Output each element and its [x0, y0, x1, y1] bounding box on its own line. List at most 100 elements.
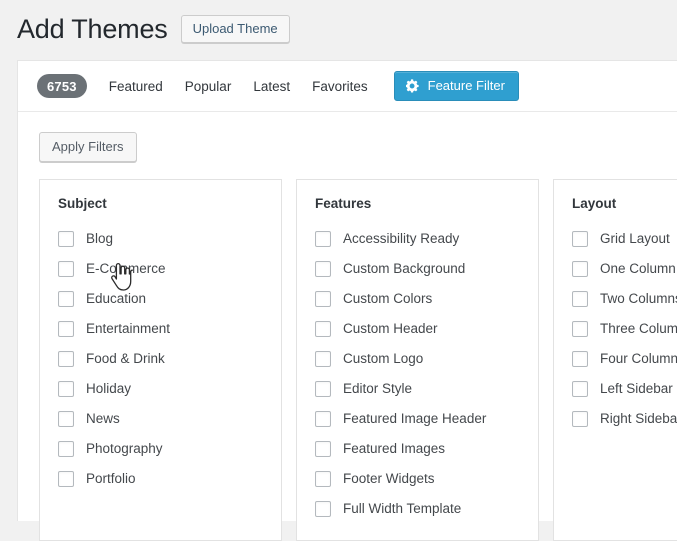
option-label: News: [86, 411, 120, 426]
checkbox-holiday[interactable]: [58, 381, 74, 397]
option-education[interactable]: Education: [58, 284, 263, 314]
feature-filter-button[interactable]: Feature Filter: [393, 71, 519, 101]
option-right-sidebar[interactable]: Right Sidebar: [572, 404, 677, 434]
option-one-column[interactable]: One Column: [572, 254, 677, 284]
option-label: Accessibility Ready: [343, 231, 460, 246]
apply-filters-button[interactable]: Apply Filters: [39, 132, 137, 162]
option-label: Editor Style: [343, 381, 413, 396]
checkbox-entertainment[interactable]: [58, 321, 74, 337]
option-food-and-drink[interactable]: Food & Drink: [58, 344, 263, 374]
checkbox-featured-images[interactable]: [315, 441, 331, 457]
checkbox-full-width-template[interactable]: [315, 501, 331, 517]
checkbox-four-columns[interactable]: [572, 351, 588, 367]
tab-popular[interactable]: Popular: [185, 79, 232, 94]
option-label: Left Sidebar: [600, 381, 673, 396]
checkbox-accessibility-ready[interactable]: [315, 231, 331, 247]
option-label: Custom Header: [343, 321, 438, 336]
tab-featured[interactable]: Featured: [109, 79, 163, 94]
theme-filter-bar: 6753 Featured Popular Latest Favorites F…: [18, 61, 677, 112]
checkbox-custom-logo[interactable]: [315, 351, 331, 367]
checkbox-custom-background[interactable]: [315, 261, 331, 277]
option-featured-images[interactable]: Featured Images: [315, 434, 520, 464]
checkbox-three-columns[interactable]: [572, 321, 588, 337]
option-label: Custom Colors: [343, 291, 433, 306]
option-three-columns[interactable]: Three Columns: [572, 314, 677, 344]
option-label: Education: [86, 291, 147, 306]
checkbox-editor-style[interactable]: [315, 381, 331, 397]
option-list-features: Accessibility Ready Custom Background Cu…: [315, 224, 520, 524]
checkbox-left-sidebar[interactable]: [572, 381, 588, 397]
option-label: Custom Background: [343, 261, 466, 276]
filter-group-subject: Subject Blog E-Commerce Education Entert…: [39, 179, 282, 541]
option-custom-background[interactable]: Custom Background: [315, 254, 520, 284]
checkbox-custom-header[interactable]: [315, 321, 331, 337]
option-four-columns[interactable]: Four Columns: [572, 344, 677, 374]
checkbox-one-column[interactable]: [572, 261, 588, 277]
checkbox-custom-colors[interactable]: [315, 291, 331, 307]
option-label: Entertainment: [86, 321, 171, 336]
option-full-width-template[interactable]: Full Width Template: [315, 494, 520, 524]
option-custom-colors[interactable]: Custom Colors: [315, 284, 520, 314]
tab-favorites[interactable]: Favorites: [312, 79, 368, 94]
option-entertainment[interactable]: Entertainment: [58, 314, 263, 344]
option-label: Two Columns: [600, 291, 677, 306]
filter-group-features: Features Accessibility Ready Custom Back…: [296, 179, 539, 541]
page-header: Add Themes Upload Theme: [17, 12, 290, 46]
option-label: One Column: [600, 261, 676, 276]
option-portfolio[interactable]: Portfolio: [58, 464, 263, 494]
option-photography[interactable]: Photography: [58, 434, 263, 464]
option-label: Custom Logo: [343, 351, 424, 366]
option-custom-logo[interactable]: Custom Logo: [315, 344, 520, 374]
option-news[interactable]: News: [58, 404, 263, 434]
option-label: Footer Widgets: [343, 471, 435, 486]
option-featured-image-header[interactable]: Featured Image Header: [315, 404, 520, 434]
checkbox-blog[interactable]: [58, 231, 74, 247]
option-label: Right Sidebar: [600, 411, 677, 426]
checkbox-education[interactable]: [58, 291, 74, 307]
checkbox-news[interactable]: [58, 411, 74, 427]
theme-count-badge: 6753: [37, 74, 87, 98]
option-two-columns[interactable]: Two Columns: [572, 284, 677, 314]
option-label: Food & Drink: [86, 351, 165, 366]
option-label: E-Commerce: [86, 261, 166, 276]
option-accessibility-ready[interactable]: Accessibility Ready: [315, 224, 520, 254]
page-title: Add Themes: [17, 14, 168, 44]
checkbox-featured-image-header[interactable]: [315, 411, 331, 427]
option-holiday[interactable]: Holiday: [58, 374, 263, 404]
checkbox-footer-widgets[interactable]: [315, 471, 331, 487]
option-footer-widgets[interactable]: Footer Widgets: [315, 464, 520, 494]
option-blog[interactable]: Blog: [58, 224, 263, 254]
filter-group-layout: Layout Grid Layout One Column Two Column…: [553, 179, 677, 541]
option-e-commerce[interactable]: E-Commerce: [58, 254, 263, 284]
option-editor-style[interactable]: Editor Style: [315, 374, 520, 404]
filter-groups: Subject Blog E-Commerce Education Entert…: [39, 179, 677, 541]
checkbox-portfolio[interactable]: [58, 471, 74, 487]
themes-panel: 6753 Featured Popular Latest Favorites F…: [17, 60, 677, 541]
filter-group-title-layout: Layout: [572, 196, 617, 211]
option-left-sidebar[interactable]: Left Sidebar: [572, 374, 677, 404]
tab-latest[interactable]: Latest: [253, 79, 290, 94]
checkbox-food-and-drink[interactable]: [58, 351, 74, 367]
checkbox-two-columns[interactable]: [572, 291, 588, 307]
option-label: Featured Images: [343, 441, 446, 456]
option-label: Portfolio: [86, 471, 136, 486]
option-list-layout: Grid Layout One Column Two Columns Three…: [572, 224, 677, 434]
checkbox-e-commerce[interactable]: [58, 261, 74, 277]
option-label: Four Columns: [600, 351, 677, 366]
checkbox-photography[interactable]: [58, 441, 74, 457]
option-list-subject: Blog E-Commerce Education Entertainment …: [58, 224, 263, 494]
checkbox-right-sidebar[interactable]: [572, 411, 588, 427]
upload-theme-button[interactable]: Upload Theme: [180, 15, 290, 43]
filter-group-title-features: Features: [315, 196, 372, 211]
gear-icon: [405, 78, 420, 93]
option-label: Three Columns: [600, 321, 677, 336]
option-label: Photography: [86, 441, 163, 456]
option-label: Blog: [86, 231, 114, 246]
option-label: Holiday: [86, 381, 132, 396]
option-grid-layout[interactable]: Grid Layout: [572, 224, 677, 254]
option-label: Grid Layout: [600, 231, 670, 246]
filter-group-title-subject: Subject: [58, 196, 107, 211]
option-custom-header[interactable]: Custom Header: [315, 314, 520, 344]
checkbox-grid-layout[interactable]: [572, 231, 588, 247]
option-label: Featured Image Header: [343, 411, 487, 426]
